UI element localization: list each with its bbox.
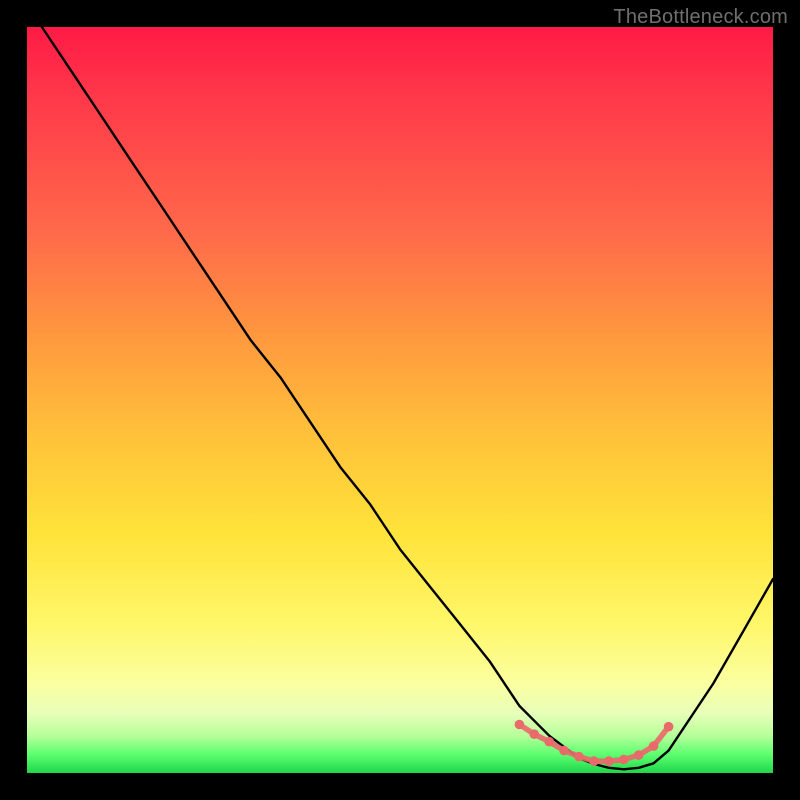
curve-line — [42, 27, 773, 769]
curve-svg — [27, 27, 773, 773]
bottom-markers — [515, 720, 674, 766]
chart-frame: TheBottleneck.com — [0, 0, 800, 800]
watermark-text: TheBottleneck.com — [613, 6, 788, 29]
plot-area — [27, 27, 773, 773]
